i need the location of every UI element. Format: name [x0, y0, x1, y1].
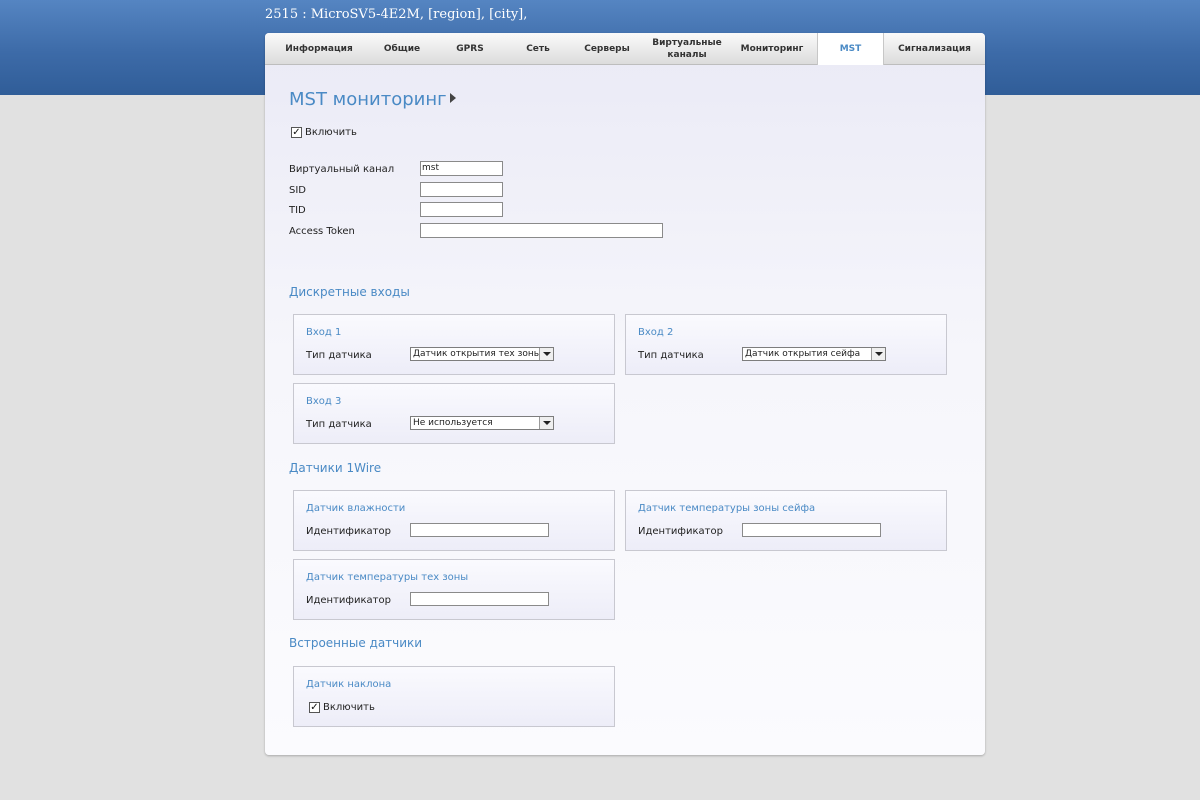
tilt-sensor-box: Датчик наклона ✓ Включить — [293, 666, 615, 727]
chevron-down-icon[interactable] — [539, 417, 553, 429]
caret-right-icon — [449, 93, 456, 103]
mst-enable-label: Включить — [305, 127, 357, 138]
tab-info[interactable]: Информация — [265, 33, 373, 65]
input-2-sensor-type-label: Тип датчика — [638, 350, 704, 361]
tab-gprs[interactable]: GPRS — [431, 33, 509, 65]
humidity-sensor-id-input[interactable] — [410, 523, 549, 537]
sid-input[interactable] — [420, 182, 503, 197]
tab-alarm[interactable]: Сигнализация — [884, 33, 985, 65]
tilt-enable-row: ✓ Включить — [309, 702, 375, 713]
safe-temp-sensor-box: Датчик температуры зоны сейфа Идентифика… — [625, 490, 947, 551]
input-2-box: Вход 2 Тип датчика Датчик открытия сейфа — [625, 314, 947, 375]
tab-network[interactable]: Сеть — [509, 33, 567, 65]
tilt-enable-label: Включить — [323, 702, 375, 713]
checkmark-icon: ✓ — [292, 126, 301, 138]
tech-temp-sensor-box: Датчик температуры тех зоны Идентификато… — [293, 559, 615, 620]
builtin-sensors-title: Встроенные датчики — [289, 636, 423, 650]
tab-bar: Информация Общие GPRS Сеть Серверы Вирту… — [265, 33, 985, 65]
input-1-title: Вход 1 — [306, 327, 342, 338]
input-2-title: Вход 2 — [638, 327, 674, 338]
tech-temp-sensor-id-label: Идентификатор — [306, 595, 391, 606]
tid-label: TID — [289, 205, 306, 216]
tab-mst[interactable]: MST — [817, 33, 884, 65]
mst-enable-checkbox[interactable]: ✓ — [291, 127, 302, 138]
access-token-label: Access Token — [289, 226, 355, 237]
input-3-sensor-type-select[interactable]: Не используется — [410, 416, 554, 430]
sid-label: SID — [289, 185, 306, 196]
virtual-channel-label: Виртуальный канал — [289, 164, 395, 175]
input-3-selected-value: Не используется — [413, 418, 493, 428]
input-1-sensor-type-select[interactable]: Датчик открытия тех зоны — [410, 347, 554, 361]
discrete-inputs-title: Дискретные входы — [289, 285, 410, 299]
virtual-channel-input[interactable]: mst — [420, 161, 503, 176]
page-title-text: MST мониторинг — [289, 89, 447, 110]
access-token-input[interactable] — [420, 223, 663, 238]
input-3-sensor-type-label: Тип датчика — [306, 419, 372, 430]
chevron-down-icon[interactable] — [871, 348, 885, 360]
checkmark-icon: ✓ — [310, 701, 319, 713]
tech-temp-sensor-title: Датчик температуры тех зоны — [306, 572, 469, 583]
input-2-sensor-type-select[interactable]: Датчик открытия сейфа — [742, 347, 886, 361]
tab-virtual-channels[interactable]: Виртуальные каналы — [647, 33, 727, 65]
tab-monitoring[interactable]: Мониторинг — [727, 33, 817, 65]
safe-temp-sensor-id-input[interactable] — [742, 523, 881, 537]
page-title: MST мониторинг — [289, 89, 456, 110]
input-2-selected-value: Датчик открытия сейфа — [745, 349, 861, 359]
tab-servers[interactable]: Серверы — [567, 33, 647, 65]
tilt-enable-checkbox[interactable]: ✓ — [309, 702, 320, 713]
input-1-sensor-type-label: Тип датчика — [306, 350, 372, 361]
device-title: 2515 : MicroSV5-4E2M, [region], [city], — [265, 7, 528, 22]
onewire-title: Датчики 1Wire — [289, 461, 382, 475]
tid-input[interactable] — [420, 202, 503, 217]
input-3-box: Вход 3 Тип датчика Не используется — [293, 383, 615, 444]
input-1-box: Вход 1 Тип датчика Датчик открытия тех з… — [293, 314, 615, 375]
tech-temp-sensor-id-input[interactable] — [410, 592, 549, 606]
humidity-sensor-title: Датчик влажности — [306, 503, 406, 514]
humidity-sensor-box: Датчик влажности Идентификатор — [293, 490, 615, 551]
tilt-sensor-title: Датчик наклона — [306, 679, 392, 690]
input-3-title: Вход 3 — [306, 396, 342, 407]
safe-temp-sensor-title: Датчик температуры зоны сейфа — [638, 503, 816, 514]
main-panel: Информация Общие GPRS Сеть Серверы Вирту… — [265, 33, 985, 755]
humidity-sensor-id-label: Идентификатор — [306, 526, 391, 537]
safe-temp-sensor-id-label: Идентификатор — [638, 526, 723, 537]
chevron-down-icon[interactable] — [539, 348, 553, 360]
input-1-selected-value: Датчик открытия тех зоны — [413, 349, 541, 359]
mst-enable-row: ✓ Включить — [291, 127, 357, 138]
tab-general[interactable]: Общие — [373, 33, 431, 65]
